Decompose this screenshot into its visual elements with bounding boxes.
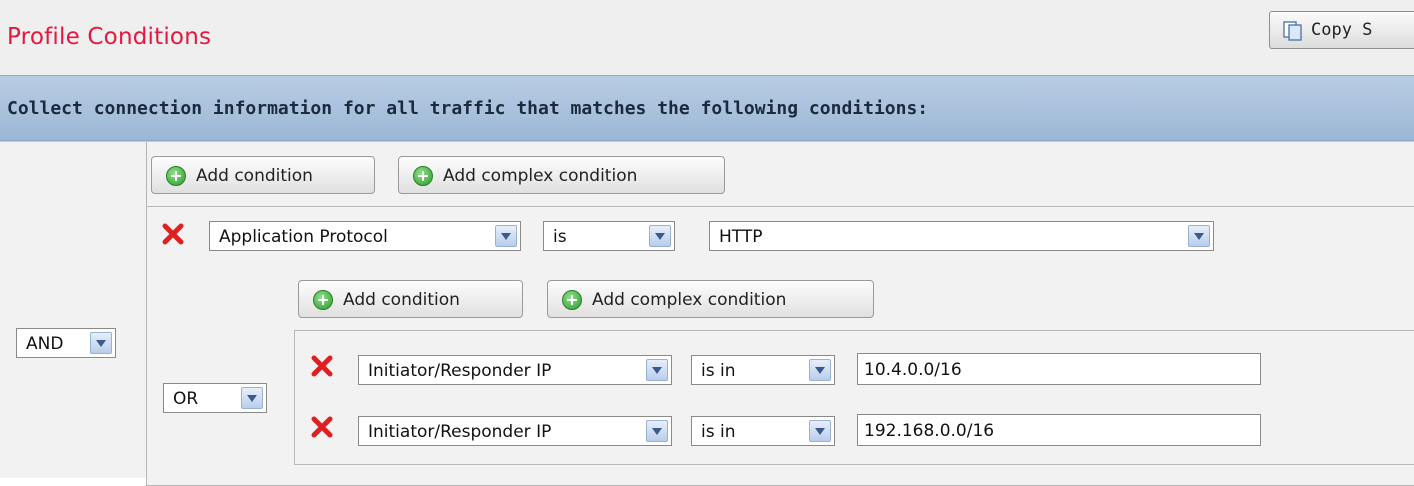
page-title: Profile Conditions: [7, 24, 212, 50]
nested-condition-2-field-select[interactable]: Initiator/Responder IP: [358, 416, 672, 446]
chevron-down-icon: [646, 359, 668, 381]
nested-add-complex-condition-button[interactable]: Add complex condition: [547, 280, 874, 318]
nested-condition-2-operator-select[interactable]: is in: [691, 416, 835, 446]
condition-field-select[interactable]: Application Protocol: [209, 221, 521, 251]
nested-condition-group: Initiator/Responder IP is in 10.4.0.0/16…: [294, 330, 1414, 465]
add-plus-icon: [313, 290, 333, 310]
chevron-down-icon: [90, 332, 112, 354]
nested-condition-2-operator: is in: [701, 422, 736, 442]
nested-condition-1-field-select[interactable]: Initiator/Responder IP: [358, 355, 672, 385]
nested-condition-1-value: 10.4.0.0/16: [864, 360, 962, 380]
banner-text: Collect connection information for all t…: [7, 98, 929, 119]
copy-button[interactable]: Copy S: [1269, 11, 1414, 49]
chevron-down-icon: [649, 225, 671, 247]
condition-field-value: Application Protocol: [219, 227, 388, 247]
add-plus-icon: [166, 166, 186, 186]
condition-value-value: HTTP: [719, 227, 763, 247]
nested-condition-1-operator: is in: [701, 361, 736, 381]
nested-condition-2-field: Initiator/Responder IP: [368, 422, 552, 442]
nested-condition-1-operator-select[interactable]: is in: [691, 355, 835, 385]
complex-condition-group: Application Protocol is HTTP Add conditi…: [146, 206, 1414, 486]
add-condition-button[interactable]: Add condition: [151, 156, 375, 194]
nested-operator-select[interactable]: OR: [163, 383, 267, 413]
header-bar: Profile Conditions Copy S: [0, 0, 1414, 75]
nested-condition-2-value-input[interactable]: 192.168.0.0/16: [857, 414, 1261, 446]
copy-icon: [1283, 21, 1302, 41]
chevron-down-icon: [809, 420, 831, 442]
nested-condition-1-field: Initiator/Responder IP: [368, 361, 552, 381]
copy-button-label: Copy S: [1311, 20, 1373, 40]
add-complex-condition-label: Add complex condition: [443, 166, 638, 186]
add-plus-icon: [413, 166, 433, 186]
nested-operator-value: OR: [173, 389, 199, 409]
nested-condition-2-value: 192.168.0.0/16: [864, 421, 995, 441]
remove-x-icon[interactable]: [311, 416, 333, 438]
add-complex-condition-button[interactable]: Add complex condition: [398, 156, 725, 194]
chevron-down-icon: [1188, 225, 1210, 247]
nested-add-condition-label: Add condition: [343, 290, 460, 310]
chevron-down-icon: [646, 420, 668, 442]
add-condition-label: Add condition: [196, 166, 313, 186]
conditions-panel: AND Add condition Add complex condition …: [0, 141, 1414, 486]
nested-add-condition-button[interactable]: Add condition: [298, 280, 523, 318]
remove-x-icon[interactable]: [162, 223, 184, 245]
nested-condition-1-value-input[interactable]: 10.4.0.0/16: [857, 353, 1261, 385]
chevron-down-icon: [241, 387, 263, 409]
nested-add-complex-condition-label: Add complex condition: [592, 290, 787, 310]
remove-x-icon[interactable]: [311, 355, 333, 377]
chevron-down-icon: [495, 225, 517, 247]
condition-operator-value: is: [553, 227, 567, 247]
add-plus-icon: [562, 290, 582, 310]
chevron-down-icon: [809, 359, 831, 381]
root-operator-select[interactable]: AND: [16, 328, 116, 358]
condition-operator-select[interactable]: is: [543, 221, 675, 251]
condition-value-select[interactable]: HTTP: [709, 221, 1214, 251]
conditions-banner: Collect connection information for all t…: [0, 75, 1414, 141]
root-operator-value: AND: [26, 334, 64, 354]
